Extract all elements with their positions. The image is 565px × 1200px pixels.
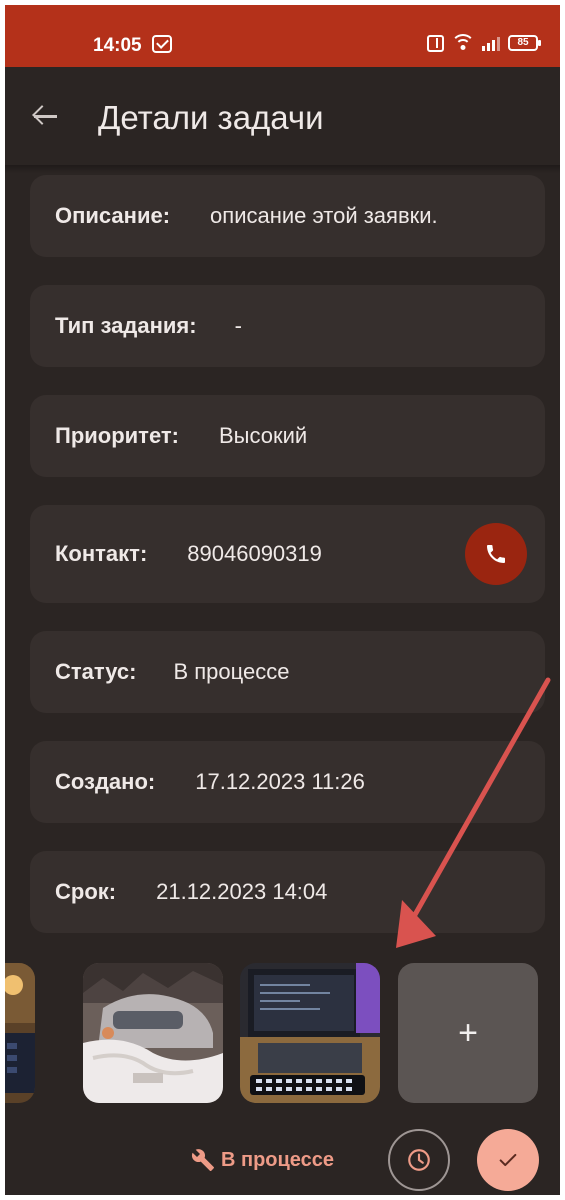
status-value: В процессе — [173, 659, 290, 684]
clock-icon — [408, 1149, 430, 1171]
call-button[interactable] — [465, 523, 527, 585]
field-label: Создано: — [55, 769, 156, 794]
field-label: Срок: — [55, 879, 117, 904]
field-label: Контакт: — [55, 541, 148, 566]
field-label: Тип задания: — [55, 313, 197, 338]
status-card: Статус: В процессе — [30, 631, 545, 713]
check-icon — [499, 1153, 517, 1167]
priority-card: Приоритет: Высокий — [30, 395, 545, 477]
status-chip-button[interactable]: В процессе — [191, 1148, 334, 1172]
photo-thumbnail[interactable] — [5, 963, 35, 1103]
signal-icon — [482, 35, 500, 51]
field-label: Статус: — [55, 659, 137, 684]
status-time: 14:05 — [93, 35, 142, 56]
task-type-card: Тип задания: - — [30, 285, 545, 367]
add-photo-button[interactable]: + — [398, 963, 538, 1103]
history-button[interactable] — [388, 1129, 450, 1191]
plus-icon: + — [458, 1013, 478, 1052]
mail-notification-icon — [152, 35, 172, 53]
description-card: Описание: описание этой заявки. — [30, 175, 545, 257]
description-value: описание этой заявки. — [210, 203, 438, 228]
back-arrow-icon[interactable] — [31, 103, 61, 129]
phone-screen: 14:05 85 Детали задачи Описание: описани… — [5, 5, 560, 1195]
status-chip-label: В процессе — [221, 1148, 335, 1171]
created-card: Создано: 17.12.2023 11:26 — [30, 741, 545, 823]
priority-value: Высокий — [219, 423, 308, 448]
photo-thumbnail[interactable] — [83, 963, 223, 1103]
status-bar: 14:05 85 — [5, 5, 560, 67]
deadline-card: Срок: 21.12.2023 14:04 — [30, 851, 545, 933]
wrench-icon — [191, 1149, 214, 1171]
nfc-icon — [427, 34, 444, 52]
battery-icon: 85 — [508, 35, 541, 51]
created-value: 17.12.2023 11:26 — [195, 769, 365, 794]
complete-task-button[interactable] — [477, 1129, 539, 1191]
deadline-value: 21.12.2023 14:04 — [156, 879, 328, 904]
field-label: Приоритет: — [55, 423, 179, 448]
photo-thumbnail[interactable] — [240, 963, 380, 1103]
task-type-value: - — [234, 313, 242, 338]
app-bar: Детали задачи — [5, 67, 560, 167]
wifi-icon — [452, 34, 474, 52]
field-label: Описание: — [55, 203, 171, 228]
contact-card: Контакт: 89046090319 — [30, 505, 545, 603]
contact-value: 89046090319 — [187, 541, 322, 566]
app-bar-divider — [5, 165, 560, 173]
phone-icon — [487, 545, 505, 563]
page-title: Детали задачи — [98, 99, 324, 136]
